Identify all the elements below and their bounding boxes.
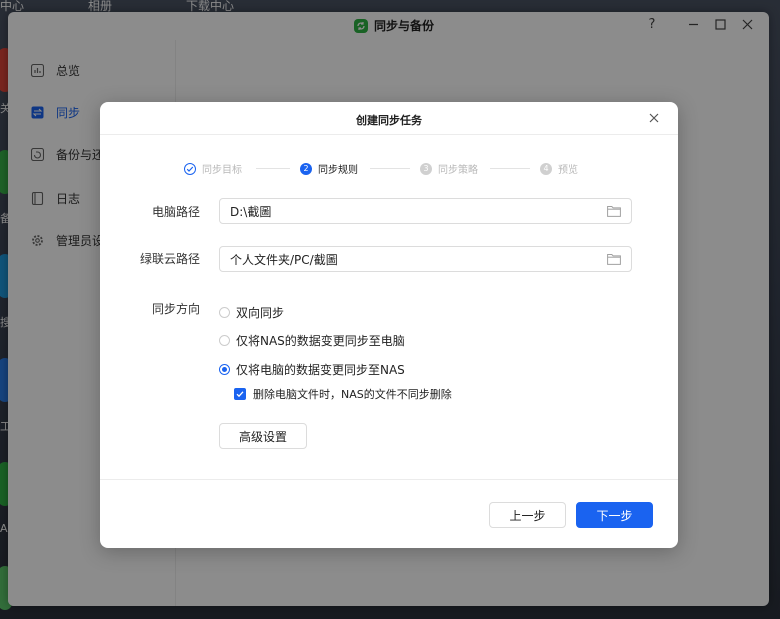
folder-icon[interactable]	[607, 253, 621, 265]
step-number: 4	[540, 162, 552, 175]
radio-pc-to-nas[interactable]: 仅将电脑的数据变更同步至NAS	[219, 361, 405, 378]
cloud-path-label: 绿联云路径	[139, 252, 200, 266]
advanced-settings-button[interactable]: 高级设置	[219, 423, 307, 449]
cloud-path-value: 个人文件夹/PC/截圖	[230, 252, 338, 267]
step-4: 4 预览	[540, 161, 578, 176]
dialog-close-button[interactable]	[646, 110, 662, 126]
computer-path-input[interactable]: D:\截圖	[219, 198, 632, 224]
check-icon	[236, 391, 244, 398]
sync-direction-label: 同步方向	[151, 302, 200, 316]
radio-label: 仅将NAS的数据变更同步至电脑	[236, 334, 405, 348]
radio-button-checked[interactable]	[219, 364, 230, 375]
step-connector	[490, 168, 530, 169]
check-circle-icon	[184, 162, 196, 175]
radio-label: 双向同步	[236, 306, 285, 320]
step-2: 2 同步规则	[300, 161, 358, 176]
step-connector	[370, 168, 410, 169]
no-delete-on-nas-option[interactable]: 删除电脑文件时，NAS的文件不同步删除	[234, 386, 452, 402]
radio-two-way-sync[interactable]: 双向同步	[219, 304, 284, 321]
step-3: 3 同步策略	[420, 161, 478, 176]
close-icon	[649, 113, 659, 123]
radio-label: 仅将电脑的数据变更同步至NAS	[236, 363, 405, 377]
step-label: 同步规则	[318, 165, 358, 176]
next-step-button[interactable]: 下一步	[576, 502, 653, 528]
radio-button[interactable]	[219, 335, 230, 346]
radio-nas-to-pc[interactable]: 仅将NAS的数据变更同步至电脑	[219, 332, 405, 349]
computer-path-value: D:\截圖	[230, 204, 272, 219]
step-label: 预览	[558, 165, 578, 176]
create-sync-task-dialog: 创建同步任务 同步目标 2 同步规则 3 同步策略 4 预览 电脑路径 D:\截…	[100, 102, 678, 548]
step-label: 同步目标	[202, 165, 242, 176]
checkbox-checked[interactable]	[234, 388, 246, 400]
dialog-title: 创建同步任务	[356, 114, 422, 127]
dialog-header: 创建同步任务	[100, 102, 678, 135]
checkbox-label: 删除电脑文件时，NAS的文件不同步删除	[253, 388, 452, 401]
step-connector	[256, 168, 290, 169]
step-number: 3	[420, 162, 432, 175]
step-1: 同步目标	[184, 161, 242, 176]
footer-divider	[100, 479, 678, 480]
folder-icon[interactable]	[607, 205, 621, 217]
radio-button[interactable]	[219, 307, 230, 318]
step-number: 2	[300, 162, 312, 175]
cloud-path-input[interactable]: 个人文件夹/PC/截圖	[219, 246, 632, 272]
previous-step-button[interactable]: 上一步	[489, 502, 566, 528]
step-indicator: 同步目标 2 同步规则 3 同步策略 4 预览	[184, 161, 604, 177]
computer-path-label: 电脑路径	[151, 205, 200, 219]
step-label: 同步策略	[438, 165, 478, 176]
